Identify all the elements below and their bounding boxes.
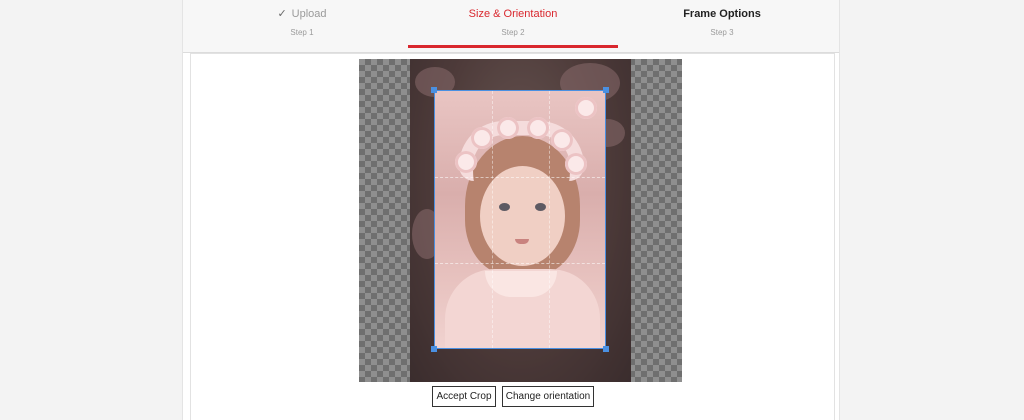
active-step-indicator [408,45,618,48]
step-upload[interactable]: ✓ Upload Step 1 [197,0,407,53]
step-frame-options-subtitle: Step 3 [710,28,734,37]
crop-canvas[interactable] [359,59,682,382]
step-upload-subtitle: Step 1 [290,28,314,37]
step-size-orientation-subtitle: Step 2 [501,28,525,37]
flower [551,129,573,151]
flower [471,127,493,149]
crop-mask-bottom [410,349,631,382]
editor-panel: Accept Crop Change orientation [190,53,835,420]
flower [565,153,587,175]
flower [575,97,597,119]
step-frame-options-title: Frame Options [683,8,761,20]
change-orientation-button[interactable]: Change orientation [502,386,594,407]
check-icon: ✓ [277,8,287,20]
step-upload-title: ✓ Upload [277,8,327,20]
flower [497,117,519,139]
flower [527,117,549,139]
photo-eye [499,203,510,211]
crop-mask-top [410,59,631,90]
step-progress-bar: ✓ Upload Step 1 Size & Orientation Step 2… [183,0,839,53]
crop-mask-left [410,90,434,349]
crop-handle-bottom-left[interactable] [431,346,437,352]
step-size-orientation[interactable]: Size & Orientation Step 2 [408,0,618,53]
photo-eye [535,203,546,211]
page-shell: ✓ Upload Step 1 Size & Orientation Step 2… [182,0,840,420]
crop-handle-top-left[interactable] [431,87,437,93]
crop-handle-top-right[interactable] [603,87,609,93]
crop-guide-line [435,177,605,178]
step-frame-options[interactable]: Frame Options Step 3 [617,0,827,53]
crop-selection[interactable] [434,90,606,349]
crop-guide-line [492,91,493,348]
flower [455,151,477,173]
crop-guide-line [435,263,605,264]
crop-guide-line [549,91,550,348]
crop-mask-right [606,90,631,349]
step-size-orientation-title: Size & Orientation [468,8,558,20]
accept-crop-button[interactable]: Accept Crop [432,386,496,407]
crop-handle-bottom-right[interactable] [603,346,609,352]
